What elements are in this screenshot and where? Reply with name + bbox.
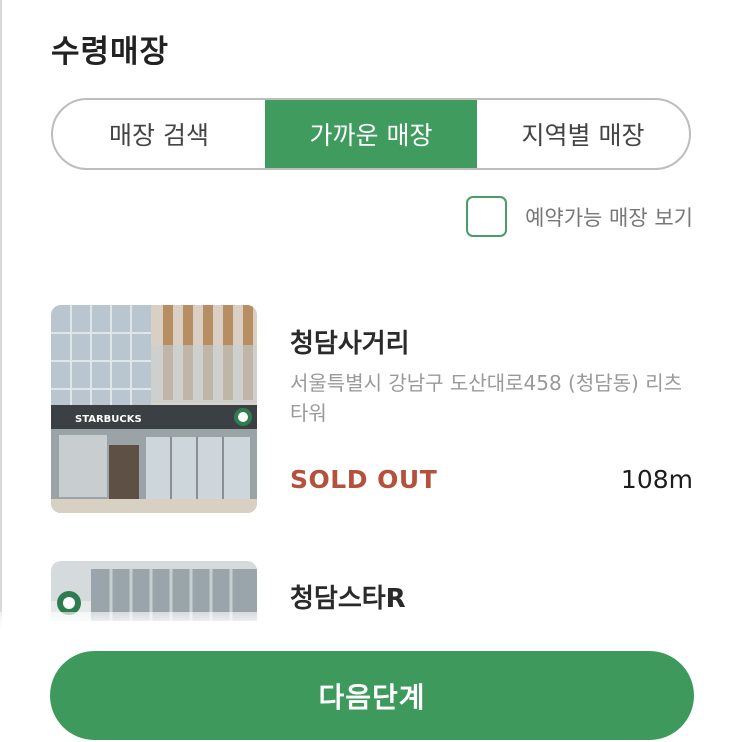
tab-region-stores[interactable]: 지역별 매장 <box>477 100 689 168</box>
sold-out-label: SOLD OUT <box>290 465 438 494</box>
store-name: 청담사거리 <box>290 329 410 359</box>
next-step-button[interactable]: 다음단계 <box>50 651 694 740</box>
store-type-tabs: 매장 검색 가까운 매장 지역별 매장 <box>51 98 691 170</box>
store-sign-text: STARBUCKS <box>75 414 142 425</box>
reservable-checkbox[interactable] <box>466 196 508 237</box>
reservable-filter[interactable]: 예약가능 매장 보기 <box>466 196 693 237</box>
tab-nearby-stores[interactable]: 가까운 매장 <box>265 100 477 168</box>
page-title: 수령매장 <box>51 34 170 70</box>
tab-store-search[interactable]: 매장 검색 <box>53 100 265 168</box>
reservable-filter-label: 예약가능 매장 보기 <box>525 205 693 230</box>
store-photo: STARBUCKS <box>51 305 257 513</box>
store-item[interactable]: STARBUCKS 청담사거리 서울특별시 강남구 도산대로458 (청담동) … <box>51 305 693 513</box>
store-address: 서울특별시 강남구 도산대로458 (청담동) 리츠타워 <box>290 371 683 425</box>
store-distance: 108m <box>620 465 693 494</box>
store-name: 청담스타R <box>290 584 406 614</box>
